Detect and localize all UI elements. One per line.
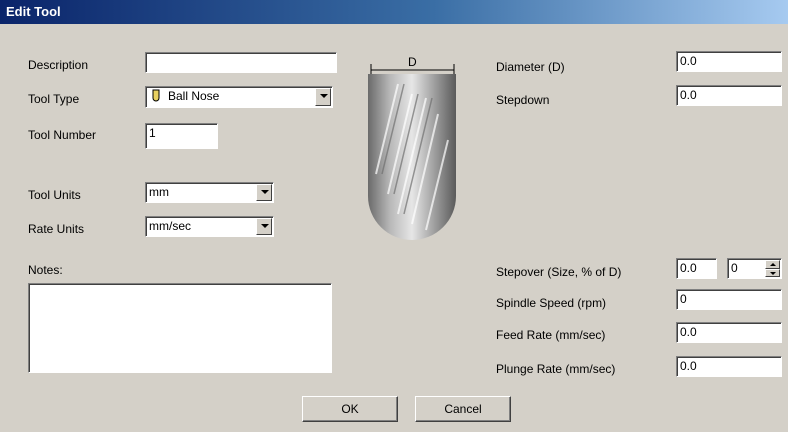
tool-units-dropdown[interactable]: mm — [145, 182, 274, 203]
edit-tool-dialog: Description Tool Type Ball Nose Tool Num… — [0, 24, 788, 432]
tool-number-field[interactable]: 1 — [145, 123, 218, 149]
tool-diagram: D — [368, 54, 458, 246]
tool-type-dropdown[interactable]: Ball Nose — [145, 86, 333, 108]
plunge-rate-field[interactable]: 0.0 — [676, 356, 782, 377]
stepover-size-field[interactable]: 0.0 — [676, 258, 717, 279]
rate-units-dropdown[interactable]: mm/sec — [145, 216, 274, 237]
plunge-rate-label: Plunge Rate (mm/sec) — [496, 362, 616, 376]
feed-rate-field[interactable]: 0.0 — [676, 322, 782, 343]
chevron-down-icon[interactable] — [315, 88, 331, 106]
stepdown-label: Stepdown — [496, 93, 550, 107]
feed-rate-label: Feed Rate (mm/sec) — [496, 328, 606, 342]
rate-units-label: Rate Units — [28, 222, 85, 236]
stepdown-field[interactable]: 0.0 — [676, 85, 782, 106]
tool-units-label: Tool Units — [28, 188, 81, 202]
ball-nose-tool-icon — [152, 89, 160, 103]
spin-down-icon[interactable] — [765, 268, 780, 277]
diameter-field[interactable]: 0.0 — [676, 51, 782, 72]
tool-type-value: Ball Nose — [168, 89, 220, 103]
description-label: Description — [28, 58, 89, 72]
diameter-label: Diameter (D) — [496, 60, 565, 74]
tool-type-label: Tool Type — [28, 92, 80, 106]
ok-button[interactable]: OK — [302, 396, 398, 422]
stepover-label: Stepover (Size, % of D) — [496, 265, 622, 279]
rate-units-value: mm/sec — [149, 219, 191, 233]
spindle-speed-field[interactable]: 0 — [676, 289, 782, 310]
stepover-percent-value: 0 — [731, 261, 738, 275]
chevron-down-icon[interactable] — [256, 184, 272, 201]
notes-field[interactable] — [28, 283, 332, 373]
description-field[interactable] — [145, 52, 337, 73]
chevron-down-icon[interactable] — [256, 218, 272, 235]
cancel-button[interactable]: Cancel — [415, 396, 511, 422]
ball-nose-diagram — [368, 64, 456, 240]
tool-units-value: mm — [149, 185, 169, 199]
title-bar[interactable]: Edit Tool — [0, 0, 788, 24]
notes-label: Notes: — [28, 263, 63, 277]
diameter-dimension-label: D — [408, 55, 417, 69]
spin-up-icon[interactable] — [765, 260, 780, 269]
window-title: Edit Tool — [6, 4, 61, 19]
stepover-percent-field[interactable]: 0 — [727, 258, 782, 279]
tool-number-label: Tool Number — [28, 128, 97, 142]
spindle-speed-label: Spindle Speed (rpm) — [496, 296, 607, 310]
stepover-spinner[interactable] — [765, 260, 780, 277]
